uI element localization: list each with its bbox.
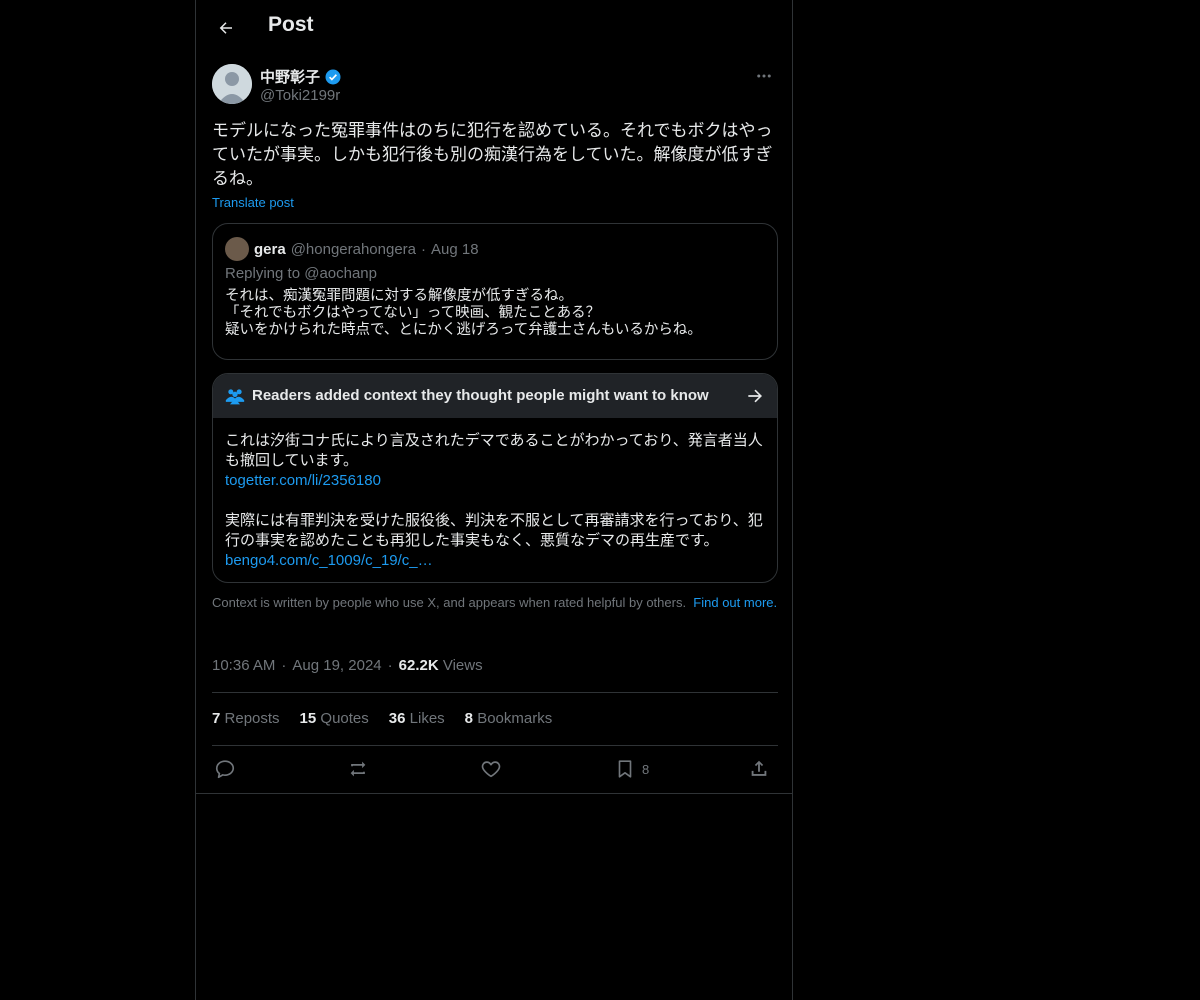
divider: [212, 745, 778, 746]
repost-icon: [350, 761, 366, 777]
quote-date: Aug 18: [431, 240, 479, 258]
stat-count: 36: [388, 710, 406, 727]
stat-label: Quotes: [320, 710, 369, 727]
find-out-more-link[interactable]: Find out more.: [693, 595, 777, 610]
divider: [196, 793, 792, 794]
stat-count: 8: [464, 710, 474, 727]
author-name-row: 中野彰子: [260, 66, 342, 87]
back-button[interactable]: [210, 12, 242, 44]
views[interactable]: 62.2K Views: [399, 657, 483, 674]
page-title: Post: [268, 13, 314, 36]
arrow-right-icon: [748, 389, 762, 403]
stat-label: Reposts: [224, 710, 280, 727]
note-link[interactable]: togetter.com/li/2356180: [225, 471, 765, 491]
community-note: Readers added context they thought peopl…: [212, 373, 778, 583]
stat-reposts[interactable]: 7 Reposts: [212, 710, 280, 727]
more-dots-icon: [757, 74, 771, 78]
post-date[interactable]: Aug 19, 2024: [292, 657, 381, 674]
note-paragraph: 実際には有罪判決を受けた服役後、判決を不服として再審請求を行っており、犯行の事実…: [225, 512, 763, 549]
quoted-post[interactable]: gera @hongerahongera · Aug 18 Replying t…: [212, 223, 778, 360]
reply-button[interactable]: [214, 756, 236, 782]
post-meta: 10:36 AM · Aug 19, 2024 · 62.2K Views: [212, 657, 483, 674]
quote-author-name: gera: [254, 240, 286, 258]
note-paragraph: これは汐街コナ氏により言及されたデマであることがわかっており、発言者当人も撤回し…: [225, 432, 763, 469]
views-count: 62.2K: [398, 657, 439, 674]
community-note-header[interactable]: Readers added context they thought peopl…: [213, 374, 777, 418]
author-handle[interactable]: @Toki2199r: [260, 87, 340, 104]
post-author: 中野彰子 @Toki2199r: [212, 64, 776, 108]
stat-quotes[interactable]: 15 Quotes: [300, 710, 369, 727]
share-button[interactable]: [748, 756, 770, 782]
heart-icon: [481, 761, 501, 778]
post-header: Post: [196, 0, 792, 54]
verified-badge-icon: [325, 69, 341, 84]
post-stats: 7 Reposts 15 Quotes 36 Likes 8 Bookmarks: [212, 710, 552, 727]
views-label: Views: [442, 657, 483, 674]
like-button[interactable]: [480, 756, 502, 782]
quote-text: それは、痴漢冤罪問題に対する解像度が低すぎるね。 「それでもボクはやってない」っ…: [225, 288, 702, 338]
post-column: Post 中野彰子 @Toki2199r モデルになった冤罪事件はのちに犯行を認…: [195, 0, 793, 1000]
author-name[interactable]: 中野彰子: [260, 66, 320, 87]
stat-count: 15: [299, 710, 317, 727]
community-note-body: これは汐街コナ氏により言及されたデマであることがわかっており、発言者当人も撤回し…: [225, 431, 765, 571]
separator: ·: [281, 657, 287, 674]
separator: ·: [421, 240, 427, 258]
avatar[interactable]: [212, 64, 252, 104]
arrow-left-icon: [219, 22, 232, 34]
reply-icon: [215, 760, 235, 779]
context-footer-text: Context is written by people who use X, …: [212, 595, 687, 610]
quote-header: gera @hongerahongera · Aug 18: [225, 237, 479, 261]
community-notes-icon: [225, 389, 245, 405]
stat-likes[interactable]: 36 Likes: [389, 710, 445, 727]
avatar: [225, 237, 249, 261]
stat-label: Bookmarks: [477, 710, 553, 727]
stat-count: 7: [212, 710, 221, 727]
bookmark-button[interactable]: 8: [614, 756, 649, 782]
stat-bookmarks[interactable]: 8 Bookmarks: [465, 710, 553, 727]
quote-replying-to: Replying to @aochanp: [225, 265, 377, 282]
bookmark-icon: [618, 760, 632, 778]
community-note-title: Readers added context they thought peopl…: [252, 387, 709, 404]
divider: [212, 692, 778, 693]
more-button[interactable]: [752, 64, 776, 88]
post-text: モデルになった冤罪事件はのちに犯行を認めている。それでもボクはやっていたが事実。…: [212, 121, 773, 188]
post-actions: 8: [212, 756, 778, 782]
context-footer: Context is written by people who use X, …: [212, 595, 778, 611]
bookmark-count: 8: [642, 761, 650, 777]
share-icon: [751, 760, 767, 776]
post-time[interactable]: 10:36 AM: [212, 657, 275, 674]
repost-button[interactable]: [347, 756, 369, 782]
translate-post-link[interactable]: Translate post: [212, 195, 294, 210]
stat-label: Likes: [409, 710, 445, 727]
separator: ·: [387, 657, 393, 674]
quote-author-handle: @hongerahongera: [290, 240, 417, 258]
note-link[interactable]: bengo4.com/c_1009/c_19/c_…: [225, 551, 765, 571]
